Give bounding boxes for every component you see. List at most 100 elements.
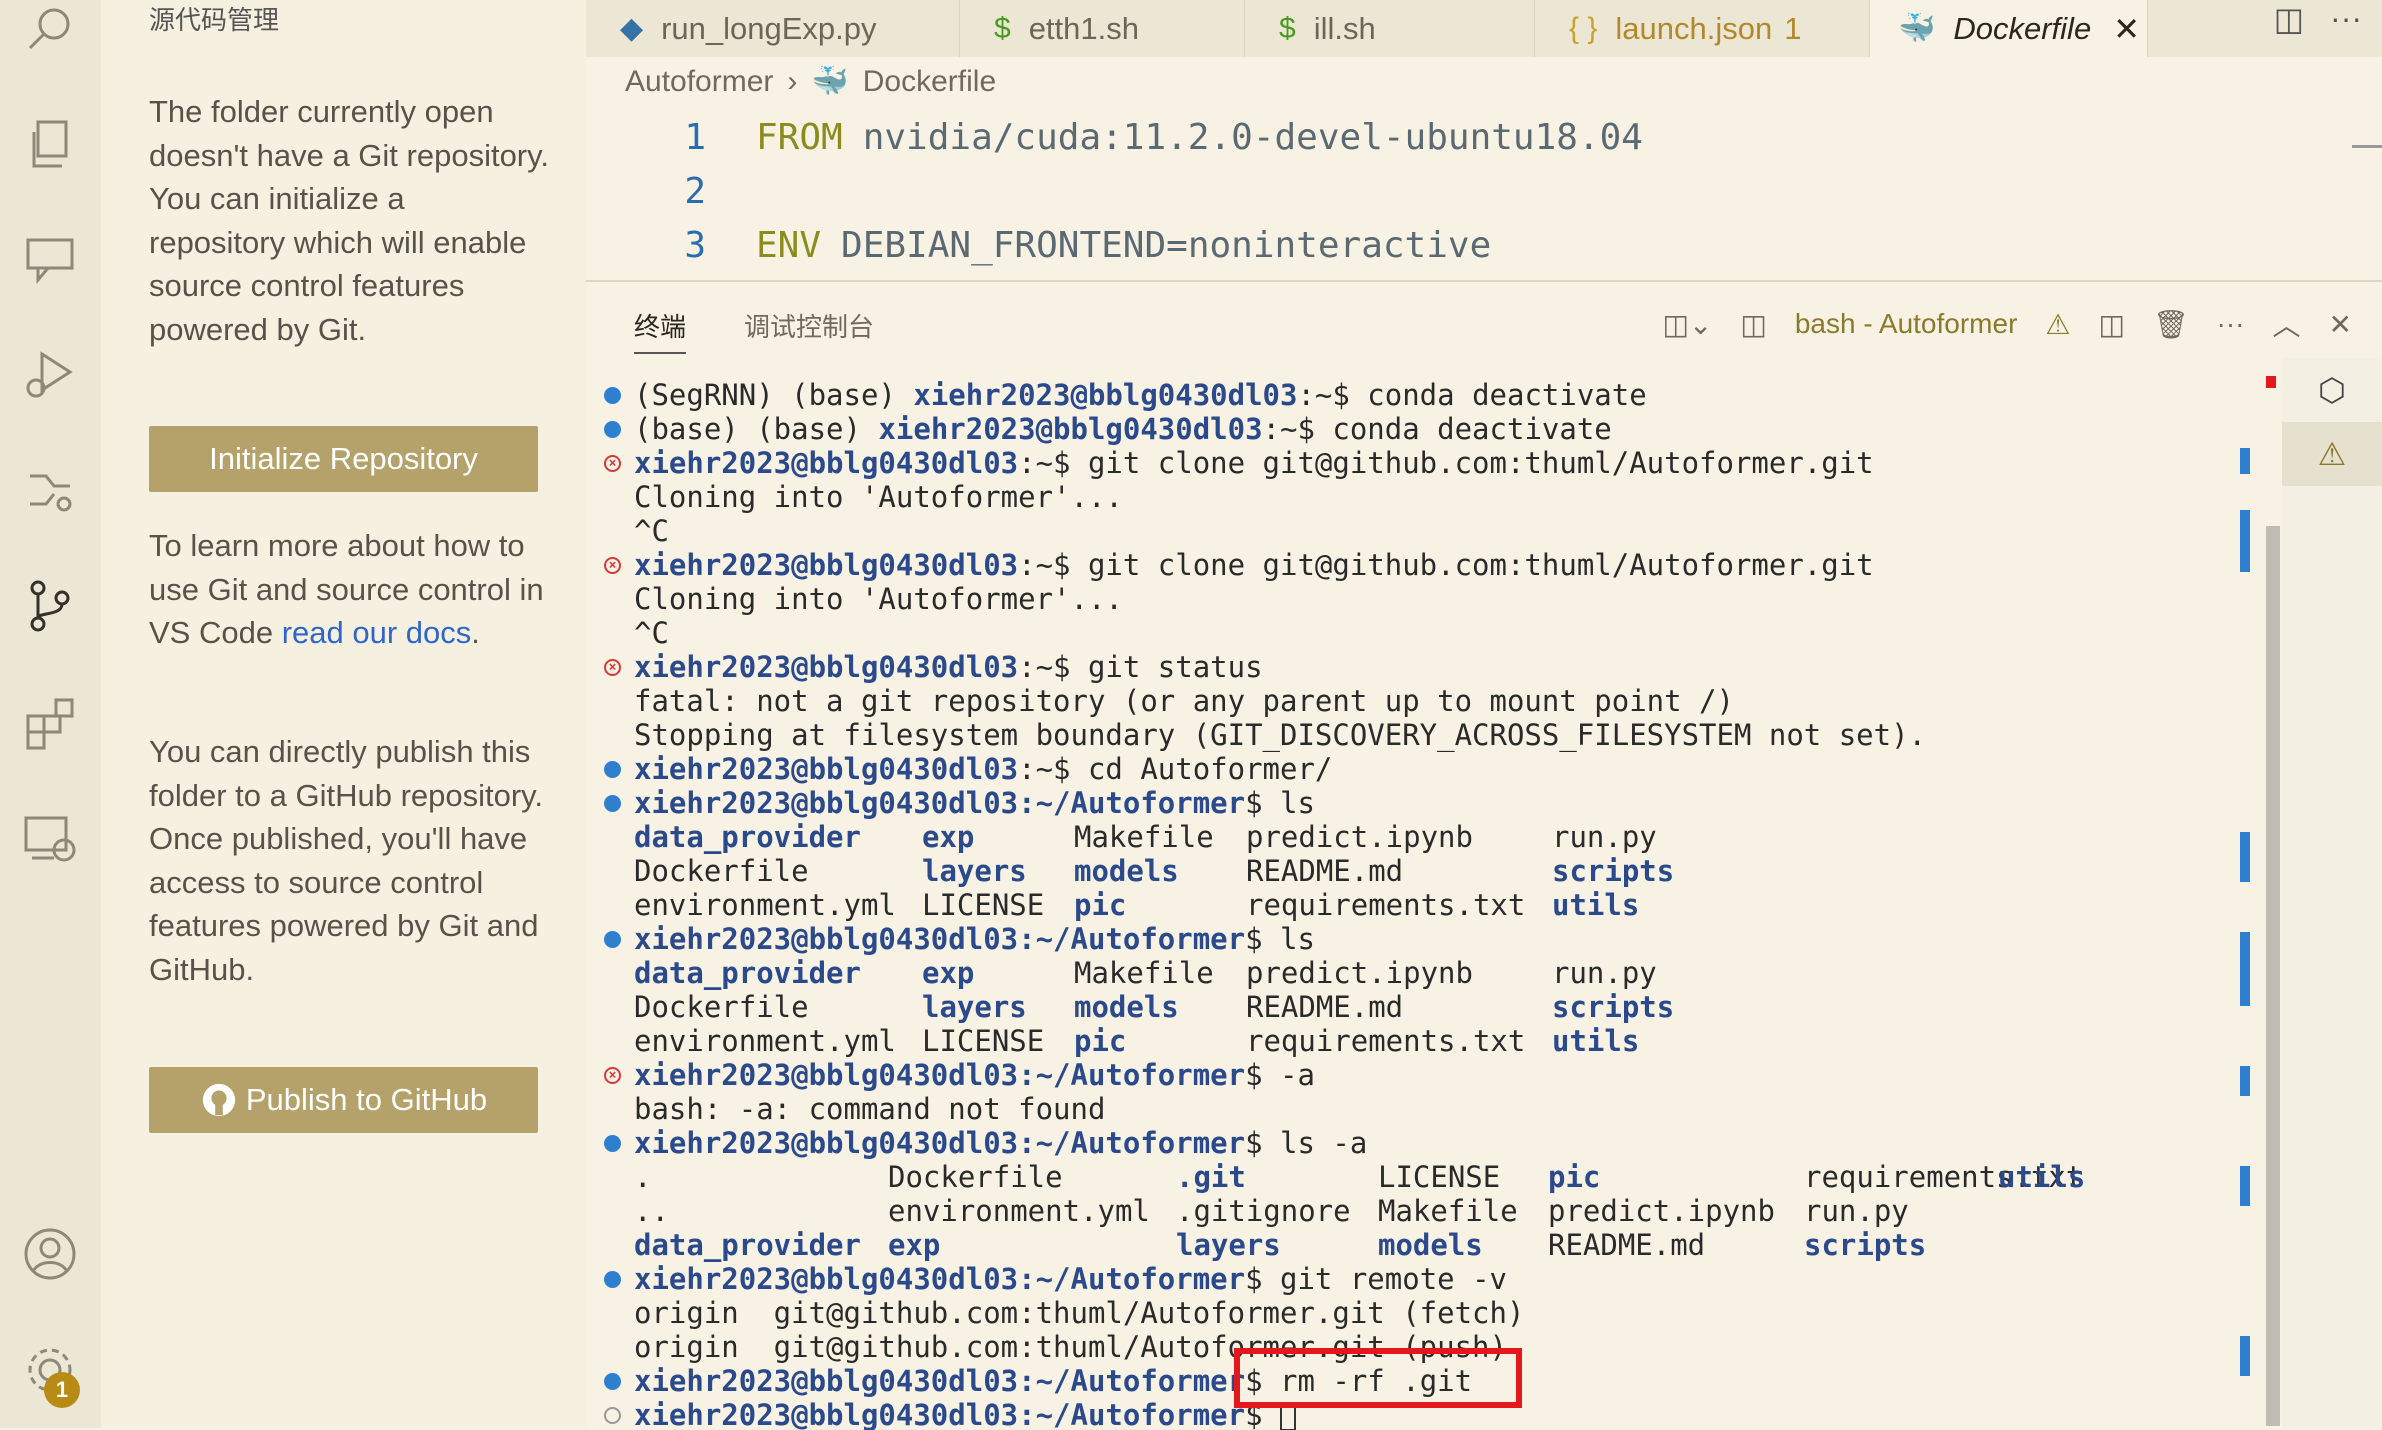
terminal-line: ^C: [634, 616, 669, 650]
editor-actions: ◫ ···: [2274, 0, 2362, 40]
split-terminal-icon[interactable]: ◫: [2099, 308, 2125, 341]
extensions-icon[interactable]: [18, 690, 82, 754]
ls-row: data_provider exp layers models README.md scr…: [634, 1228, 1927, 1262]
error-dot-icon[interactable]: ×: [604, 455, 621, 472]
tab-launch-json[interactable]: { } launch.json 1: [1535, 0, 1870, 57]
split-terminal-dropdown-icon[interactable]: ◫⌄: [1662, 308, 1712, 341]
line-number: 2: [684, 171, 706, 212]
tab-run-longexp[interactable]: ◆ run_longExp.py: [586, 0, 960, 57]
success-dot-icon[interactable]: [604, 795, 621, 812]
error-dot-icon[interactable]: ×: [604, 659, 621, 676]
terminal-line: xiehr2023@bblg0430dl03:~/Autoformer$ ls: [586, 922, 2236, 956]
more-icon[interactable]: ···: [2217, 308, 2245, 340]
source-control-icon[interactable]: [18, 574, 82, 638]
source-control-panel: 源代码管理 The folder currently open doesn't …: [101, 0, 586, 1428]
close-icon[interactable]: ✕: [2113, 10, 2140, 48]
terminal-line: origin git@github.com:thuml/Autoformer.g…: [634, 1296, 1525, 1330]
terminal-line: Cloning into 'Autoformer'...: [634, 582, 1123, 616]
success-dot-icon[interactable]: [604, 1373, 621, 1390]
ls-row: Dockerfile layers models README.md scripts: [634, 854, 1675, 888]
editor-tab-bar: ◆ run_longExp.py $ etth1.sh $ ill.sh { }…: [586, 0, 2382, 57]
success-dot-icon[interactable]: [604, 1135, 621, 1152]
terminal-scrollbar[interactable]: [2266, 526, 2280, 1426]
ls-row: Dockerfile layers models README.md scripts: [634, 990, 1675, 1024]
terminal-output[interactable]: (SegRNN) (base) xiehr2023@bblg0430dl03:~…: [586, 378, 2236, 1430]
annotation-highlight-box: [1234, 1348, 1522, 1408]
run-debug-icon[interactable]: [18, 342, 82, 406]
ruler-marker: [2266, 376, 2276, 388]
keyword: FROM: [756, 117, 843, 158]
breadcrumb-folder[interactable]: Autoformer: [625, 65, 773, 99]
terminal-line: xiehr2023@bblg0430dl03:~/Autoformer$ git…: [586, 1262, 2236, 1296]
trash-icon[interactable]: 🗑: [2153, 308, 2189, 341]
terminal-line: × xiehr2023@bblg0430dl03:~$ git clone git…: [586, 446, 2236, 480]
ruler-marker: [2240, 976, 2250, 1006]
split-editor-icon[interactable]: ◫: [2274, 0, 2304, 40]
search-icon[interactable]: [18, 0, 82, 64]
more-actions-icon[interactable]: ···: [2330, 0, 2362, 40]
terminal-title[interactable]: bash - Autoformer: [1795, 308, 2018, 340]
problem-count: 1: [1784, 10, 1802, 46]
panel-tabs: 终端 调试控制台: [634, 307, 874, 354]
terminal-line: xiehr2023@bblg0430dl03:~$ cd Autoformer/: [586, 752, 2236, 786]
ruler-marker: [2240, 1066, 2250, 1096]
editor-line[interactable]: 3 ENV DEBIAN_FRONTEND=noninteractive: [586, 218, 1491, 273]
tab-terminal[interactable]: 终端: [634, 307, 687, 354]
warning-icon[interactable]: ⚠: [2282, 422, 2382, 486]
terminal-instance-icon[interactable]: ⬡: [2282, 358, 2382, 422]
error-dot-icon[interactable]: ×: [604, 1067, 621, 1084]
ruler-marker: [2240, 1166, 2250, 1206]
terminal-line: xiehr2023@bblg0430dl03:~/Autoformer$ ls …: [586, 1126, 2236, 1160]
terminal-line: ^C: [634, 514, 669, 548]
terminal-line: xiehr2023@bblg0430dl03:~/Autoformer$ ls: [586, 786, 2236, 820]
docker-icon: 🐳: [1898, 12, 1936, 45]
initialize-repository-button[interactable]: Initialize Repository: [149, 426, 538, 492]
success-dot-icon[interactable]: [604, 761, 621, 778]
tab-label: ill.sh: [1313, 10, 1376, 46]
explorer-icon[interactable]: [18, 112, 82, 176]
terminal-line: Stopping at filesystem boundary (GIT_DIS…: [634, 718, 1927, 752]
docs-link[interactable]: read our docs: [282, 615, 472, 650]
chevron-right-icon: ›: [787, 64, 798, 98]
error-dot-icon[interactable]: ×: [604, 557, 621, 574]
comments-icon[interactable]: [18, 228, 82, 292]
success-dot-icon[interactable]: [604, 1271, 621, 1288]
minimap-slider[interactable]: [2352, 145, 2382, 148]
no-repo-message: The folder currently open doesn't have a…: [149, 94, 549, 347]
tab-debug-console[interactable]: 调试控制台: [744, 307, 874, 354]
tab-dockerfile[interactable]: 🐳 Dockerfile ✕: [1870, 0, 2148, 57]
editor-line[interactable]: 2: [586, 164, 706, 219]
tab-ill[interactable]: $ ill.sh: [1245, 0, 1535, 57]
github-icon: [202, 1083, 236, 1117]
breadcrumb-file[interactable]: Dockerfile: [863, 65, 996, 99]
tab-etth1[interactable]: $ etth1.sh: [960, 0, 1245, 57]
maximize-panel-icon[interactable]: ︿: [2273, 304, 2301, 344]
docker-icon: 🐳: [811, 65, 849, 98]
success-dot-icon[interactable]: [604, 421, 621, 438]
ls-row: . Dockerfile .git LICENSE pic requirements.tx…: [634, 1160, 2086, 1194]
terminal-icon: ◫: [1740, 308, 1767, 340]
account-icon[interactable]: [18, 1222, 82, 1286]
close-panel-icon[interactable]: ✕: [2329, 308, 2352, 341]
remote-explorer-icon[interactable]: [18, 806, 82, 870]
publish-to-github-button[interactable]: Publish to GitHub: [149, 1067, 538, 1133]
timeline-icon[interactable]: [18, 458, 82, 522]
terminal-line: (base) (base) xiehr2023@bblg0430dl03:~$ …: [586, 412, 2236, 446]
success-dot-icon[interactable]: [604, 931, 621, 948]
editor-line[interactable]: 1 FROM nvidia/cuda:11.2.0-devel-ubuntu18…: [586, 110, 1643, 165]
activity-bar: 1: [0, 0, 101, 1428]
success-dot-icon[interactable]: [604, 387, 621, 404]
settings-badge: 1: [44, 1372, 80, 1408]
keyword: ENV: [756, 225, 822, 266]
ruler-marker: [2240, 932, 2250, 982]
terminal-line: × xiehr2023@bblg0430dl03:~$ git status: [586, 650, 2236, 684]
ls-row: environment.yml LICENSE pic requirements.tx…: [634, 888, 1640, 922]
json-icon: { }: [1569, 11, 1598, 45]
terminal-line: × xiehr2023@bblg0430dl03:~$ git clone git…: [586, 548, 2236, 582]
terminal-line: Cloning into 'Autoformer'...: [634, 480, 1123, 514]
terminal-list: ⬡ ⚠: [2282, 358, 2382, 1428]
pending-dot-icon[interactable]: [604, 1407, 621, 1424]
ls-row: .. environment.yml .gitignore Makefile predi…: [634, 1194, 1909, 1228]
learn-more-message: To learn more about how to use Git and s…: [149, 524, 549, 655]
shell-icon: $: [994, 11, 1011, 45]
